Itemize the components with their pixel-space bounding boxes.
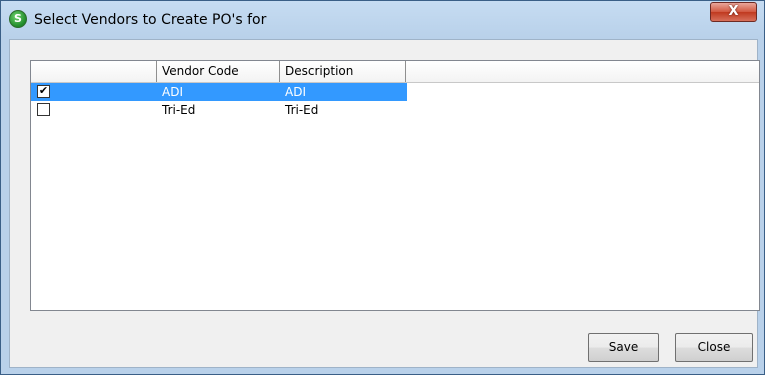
app-icon: S [9, 10, 27, 28]
close-button[interactable]: Close [675, 333, 753, 362]
close-icon: X [728, 4, 739, 19]
window-close-button[interactable]: X [710, 2, 757, 22]
row-checkbox[interactable]: ✔ [37, 84, 50, 98]
title-bar[interactable]: S Select Vendors to Create PO's for X [1, 1, 764, 39]
vendor-grid: Vendor Code Description ✔ ADI ADI Tri-Ed… [30, 60, 760, 311]
dialog-window: S Select Vendors to Create PO's for X Ve… [0, 0, 765, 375]
dialog-content: Vendor Code Description ✔ ADI ADI Tri-Ed… [9, 39, 760, 368]
save-button[interactable]: Save [588, 333, 659, 362]
column-header-description[interactable]: Description [280, 61, 406, 82]
table-row[interactable]: Tri-Ed Tri-Ed [31, 101, 407, 119]
description-cell: ADI [285, 85, 306, 99]
checkmark-icon: ✔ [38, 84, 49, 97]
row-checkbox[interactable] [37, 103, 50, 116]
column-header-select[interactable] [31, 61, 157, 82]
vendor-code-cell: ADI [162, 85, 183, 99]
grid-header: Vendor Code Description [31, 61, 759, 83]
window-title: Select Vendors to Create PO's for [34, 12, 267, 28]
vendor-code-cell: Tri-Ed [162, 103, 196, 117]
column-header-vendor-code[interactable]: Vendor Code [157, 61, 280, 82]
table-row[interactable]: ✔ ADI ADI [31, 83, 407, 101]
description-cell: Tri-Ed [285, 103, 319, 117]
